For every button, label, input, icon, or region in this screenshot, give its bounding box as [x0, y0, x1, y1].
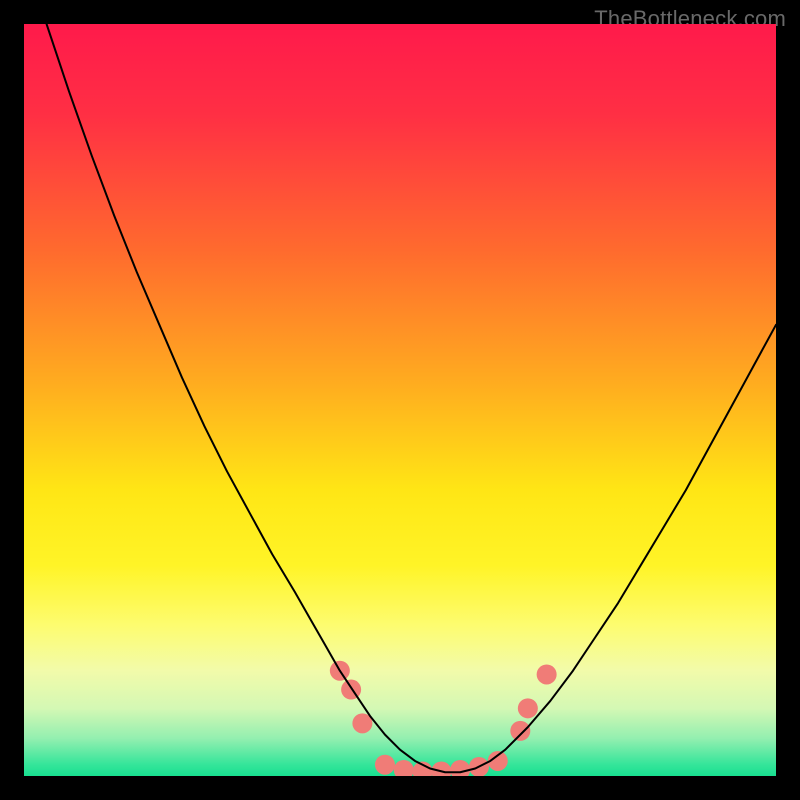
marker-dot — [537, 664, 557, 684]
marker-dot — [518, 698, 538, 718]
marker-dot — [375, 755, 395, 775]
gradient-background — [24, 24, 776, 776]
bottleneck-chart — [24, 24, 776, 776]
plot-area — [24, 24, 776, 776]
marker-dot — [510, 721, 530, 741]
chart-container: TheBottleneck.com — [0, 0, 800, 800]
